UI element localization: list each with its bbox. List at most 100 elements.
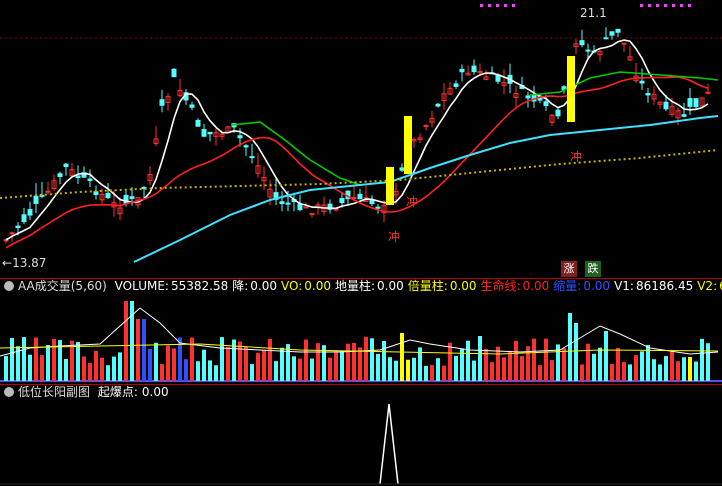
volume-readout: VO: 0.00 [281, 279, 331, 293]
candle [375, 206, 381, 209]
readout-label: V1: [614, 279, 634, 293]
marker [672, 4, 675, 7]
volume-bar [142, 319, 146, 381]
marker [680, 4, 683, 7]
volume-bar [328, 357, 332, 381]
indicator-item-label: 起爆点: [97, 385, 138, 399]
candle [645, 93, 651, 96]
volume-bar [604, 331, 608, 381]
candle [663, 101, 669, 110]
volume-bar [376, 353, 380, 381]
volume-bar [544, 338, 548, 381]
fall-button[interactable]: 跌 [585, 261, 601, 277]
readout-label: VO: [281, 279, 303, 293]
volume-bar [136, 319, 140, 381]
volume-bar [22, 337, 26, 381]
volume-bar [364, 336, 368, 381]
price-high-label: 21.1 [580, 6, 607, 20]
volume-bar [640, 351, 644, 381]
ma5-line [5, 39, 709, 241]
candle [45, 190, 51, 193]
volume-bar [10, 337, 14, 381]
volume-bar [82, 356, 86, 381]
signal-label: 冲 [406, 195, 419, 209]
readout-value: 0.00 [377, 279, 404, 293]
volume-bar [670, 350, 674, 381]
candle [339, 198, 345, 204]
indicator-title: 低位长阳副图 [18, 385, 91, 399]
candle [57, 173, 63, 177]
volume-bar [118, 352, 122, 381]
marker [648, 4, 651, 7]
readout-value: 0.00 [250, 279, 277, 293]
volume-bar [208, 360, 212, 381]
settings-icon[interactable] [4, 281, 14, 291]
volume-bar [166, 345, 170, 381]
readout-label: 生命线: [480, 279, 521, 293]
volume-bar [304, 339, 308, 381]
volume-bar [568, 313, 572, 381]
volume-bar [346, 343, 350, 381]
candle [309, 213, 315, 216]
volume-bar [472, 360, 476, 381]
volume-bar [4, 356, 8, 381]
candle [609, 31, 615, 36]
volume-bar [490, 362, 494, 381]
volume-bar [268, 338, 272, 381]
candle [159, 99, 165, 106]
candle [681, 114, 687, 117]
volume-bar [340, 351, 344, 381]
volume-bar [226, 346, 230, 381]
volume-bar [184, 359, 188, 381]
volume-bar [46, 345, 50, 381]
volume-bar [94, 350, 98, 381]
candle [693, 98, 699, 108]
price-chart [0, 4, 722, 263]
volume-bar [202, 349, 206, 381]
volume-bar [448, 342, 452, 381]
volume-bar [622, 361, 626, 381]
volume-readout: 地量柱: 0.00 [335, 279, 404, 293]
volume-bar [280, 347, 284, 381]
volume-bar [688, 357, 692, 381]
candle [129, 196, 135, 199]
candle [171, 68, 177, 78]
marker [480, 4, 483, 7]
volume-bar [334, 351, 338, 381]
readout-value: 0.00 [304, 279, 331, 293]
signal-bar [386, 167, 394, 205]
candle [453, 83, 459, 87]
indicator-panel[interactable]: 低位长阳副图 起爆点: 0.00 [0, 384, 722, 486]
readout-label: 缩量: [553, 279, 582, 293]
signal-bar [404, 116, 412, 174]
volume-bar [28, 354, 32, 381]
candlestick-panel[interactable]: 21.1 ←13.87 冲 冲 冲 涨 跌 [0, 0, 722, 278]
volume-bar [124, 301, 128, 381]
volume-bar [658, 364, 662, 381]
volume-bar [220, 337, 224, 381]
marker [656, 4, 659, 7]
candle [399, 167, 405, 171]
marker [488, 4, 491, 7]
candle [303, 206, 309, 209]
volume-bar [538, 365, 542, 381]
volume-bar [406, 359, 410, 381]
volume-bar [34, 337, 38, 381]
volume-bar [88, 362, 92, 381]
volume-bar [382, 341, 386, 381]
candle [63, 163, 69, 168]
price-low-value: 13.87 [12, 256, 47, 270]
settings-icon[interactable] [4, 387, 14, 397]
rise-button[interactable]: 涨 [561, 261, 577, 277]
candle [297, 203, 303, 211]
volume-bar [442, 365, 446, 381]
readout-value: 0.00 [583, 279, 611, 293]
price-low-label: ←13.87 [2, 256, 47, 270]
volume-bar [262, 350, 266, 381]
marker [640, 4, 643, 7]
volume-bar [478, 336, 482, 381]
volume-readout: V1: 86186.45 [614, 279, 693, 293]
volume-panel[interactable]: AA成交量(5,60) VOLUME: 55382.58 降: 0.00 VO: 0.00… [0, 278, 722, 384]
candle [459, 68, 465, 73]
candle [207, 131, 213, 135]
